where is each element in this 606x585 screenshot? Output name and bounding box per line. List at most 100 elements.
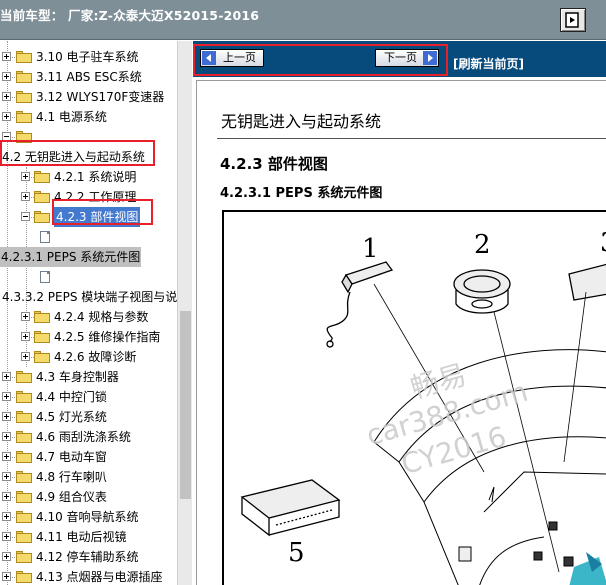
expand-icon[interactable] [21, 172, 30, 181]
folder-icon [16, 471, 32, 483]
tree-item[interactable]: 4.5 灯光系统 [0, 407, 177, 427]
folder-icon [34, 191, 50, 203]
tree-item-label: 4.2.3.1 PEPS 系统元件图 [0, 247, 142, 267]
arrow-left-icon [202, 51, 216, 65]
tree-item-label: 4.3.3.2 PEPS 模块端子视图与说明 [2, 290, 177, 304]
expand-icon[interactable] [2, 372, 11, 381]
folder-icon [34, 311, 50, 323]
expand-icon[interactable] [21, 352, 30, 361]
folder-icon [34, 211, 50, 223]
next-page-button[interactable]: 下一页 [375, 49, 439, 67]
tree-item[interactable]: 4.13 点烟器与电源插座 [0, 567, 177, 585]
title-divider [217, 138, 606, 139]
expand-icon[interactable] [2, 572, 11, 581]
tree-item[interactable]: 4.2 无钥匙进入与起动系统 [0, 147, 177, 167]
folder-icon [34, 351, 50, 363]
tree-item[interactable]: 4.4 中控门锁 [0, 387, 177, 407]
expand-icon[interactable] [2, 72, 11, 81]
tree-item-label: 4.2.3 部件视图 [54, 207, 141, 227]
prev-page-label: 上一页 [223, 51, 256, 64]
tree-item[interactable]: 3.10 电子驻车系统 [0, 47, 177, 67]
expand-icon[interactable] [2, 552, 11, 561]
tree-item-label: 4.1 电源系统 [36, 110, 107, 124]
folder-icon [16, 491, 32, 503]
tree-item-label: 4.2.2 工作原理 [54, 190, 137, 204]
expand-icon[interactable] [2, 92, 11, 101]
folder-icon [16, 371, 32, 383]
tree-scrollbar[interactable] [177, 41, 192, 585]
tree-item[interactable]: 4.2.3.1 PEPS 系统元件图 [0, 247, 177, 267]
collapse-icon[interactable] [21, 212, 30, 221]
folder-icon [16, 411, 32, 423]
tree-item[interactable]: 4.2.4 规格与参数 [0, 307, 177, 327]
document-icon [40, 231, 50, 243]
tree-item[interactable]: 4.9 组合仪表 [0, 487, 177, 507]
tree-item[interactable]: 4.2.2 工作原理 [0, 187, 177, 207]
expand-icon[interactable] [2, 532, 11, 541]
exit-button[interactable] [560, 8, 586, 32]
component-3-drawing [563, 263, 606, 463]
tree-item[interactable]: 4.2.1 系统说明 [0, 167, 177, 187]
tree-item[interactable]: 3.12 WLYS170F变速器 [0, 87, 177, 107]
page-nav-bar: 上一页 下一页 [193, 41, 606, 77]
tree-item-label: 4.9 组合仪表 [36, 490, 107, 504]
tree-item[interactable]: 4.11 电动后视镜 [0, 527, 177, 547]
expand-icon[interactable] [2, 112, 11, 121]
chapter-tree[interactable]: 3.10 电子驻车系统 3.11 ABS ESC系统 3.12 WLYS170F变速… [0, 41, 177, 585]
tree-item[interactable]: 3.11 ABS ESC系统 [0, 67, 177, 87]
expand-icon[interactable] [2, 52, 11, 61]
tree-item[interactable]: 4.10 音响导航系统 [0, 507, 177, 527]
tree-item[interactable]: 4.3.3.2 PEPS 模块端子视图与说明 [0, 287, 177, 307]
tree-item[interactable]: 4.7 电动车窗 [0, 447, 177, 467]
tree-item[interactable]: 4.1 电源系统 [0, 107, 177, 127]
folder-icon [16, 431, 32, 443]
tree-item-label: 4.2.6 故障诊断 [54, 350, 137, 364]
tree-item-label: 4.11 电动后视镜 [36, 530, 127, 544]
expand-icon[interactable] [2, 392, 11, 401]
callout-5: 5 [288, 538, 305, 568]
expand-icon[interactable] [2, 512, 11, 521]
tree-item[interactable] [0, 267, 177, 287]
expand-icon[interactable] [2, 432, 11, 441]
next-page-label: 下一页 [384, 51, 417, 64]
expand-icon[interactable] [2, 452, 11, 461]
tree-item-label: 4.7 电动车窗 [36, 450, 107, 464]
tree-item-label: 4.12 停车辅助系统 [36, 550, 139, 564]
tree-item-label: 3.10 电子驻车系统 [36, 50, 139, 64]
expand-icon[interactable] [21, 332, 30, 341]
expand-icon[interactable] [2, 492, 11, 501]
folder-icon [16, 111, 32, 123]
collapse-icon[interactable] [2, 132, 11, 141]
tree-item-label: 4.2.4 规格与参数 [54, 310, 149, 324]
folder-icon [16, 71, 32, 83]
folder-icon [34, 171, 50, 183]
folder-icon [16, 531, 32, 543]
prev-page-button[interactable]: 上一页 [200, 49, 264, 67]
tree-item[interactable] [0, 227, 177, 247]
section-title: 4.2.3 部件视图 [220, 155, 328, 173]
folder-icon [16, 391, 32, 403]
folder-icon [34, 331, 50, 343]
tree-item[interactable]: 4.3 车身控制器 [0, 367, 177, 387]
tree-item[interactable]: 4.2.3 部件视图 [0, 207, 177, 227]
callout-3: 3 [600, 228, 606, 258]
refresh-page-link[interactable]: [刷新当前页] [453, 55, 524, 72]
callout-1: 1 [362, 234, 379, 264]
callout-2: 2 [474, 230, 491, 260]
connector-parts-drawing [458, 486, 574, 567]
tree-scrollbar-thumb[interactable] [180, 311, 191, 499]
expand-icon[interactable] [2, 472, 11, 481]
title-bar: 当前车型： 厂家:Z-众泰大迈X52015-2016 [0, 0, 606, 40]
expand-icon[interactable] [2, 412, 11, 421]
expand-icon[interactable] [21, 192, 30, 201]
tree-item[interactable] [0, 127, 177, 147]
folder-icon [16, 51, 32, 63]
tree-item[interactable]: 4.8 行车喇叭 [0, 467, 177, 487]
tree-item[interactable]: 4.2.5 维修操作指南 [0, 327, 177, 347]
expand-icon[interactable] [21, 312, 30, 321]
tree-item[interactable]: 4.6 雨刮洗涤系统 [0, 427, 177, 447]
tree-item[interactable]: 4.12 停车辅助系统 [0, 547, 177, 567]
component-5-drawing [240, 479, 341, 537]
tree-item[interactable]: 4.2.6 故障诊断 [0, 347, 177, 367]
folder-icon [16, 571, 32, 583]
